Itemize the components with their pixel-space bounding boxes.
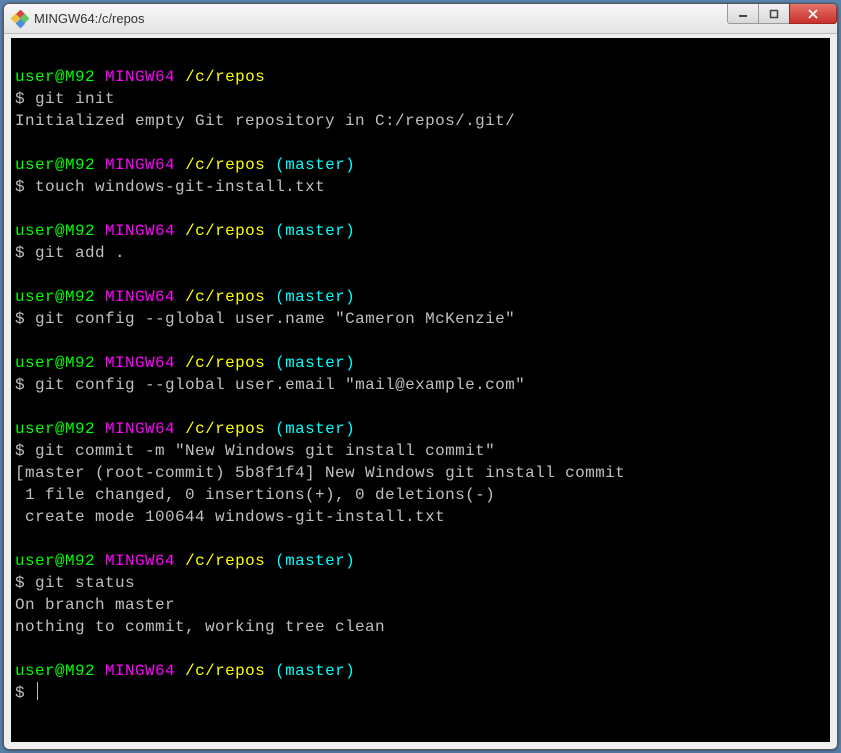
blank-line <box>15 44 826 66</box>
git-bash-icon <box>12 11 28 27</box>
prompt-user: user@M92 <box>15 420 95 438</box>
command-text: git commit -m "New Windows git install c… <box>35 442 495 460</box>
titlebar[interactable]: MINGW64:/c/repos <box>4 4 837 34</box>
close-button[interactable] <box>789 4 837 24</box>
output-line: 1 file changed, 0 insertions(+), 0 delet… <box>15 484 826 506</box>
terminal-window: MINGW64:/c/repos user@M92 MINGW64 /c/rep… <box>3 3 838 750</box>
prompt-path: /c/repos <box>185 552 265 570</box>
prompt-branch: (master) <box>275 662 355 680</box>
prompt-branch: (master) <box>275 420 355 438</box>
command-line[interactable]: $ git commit -m "New Windows git install… <box>15 440 826 462</box>
prompt-branch: (master) <box>275 552 355 570</box>
prompt-path: /c/repos <box>185 420 265 438</box>
command-line[interactable]: $ git init <box>15 88 826 110</box>
prompt-symbol: $ <box>15 310 25 328</box>
command-line[interactable]: $ git config --global user.name "Cameron… <box>15 308 826 330</box>
prompt-line: user@M92 MINGW64 /c/repos (master) <box>15 660 826 682</box>
prompt-env: MINGW64 <box>105 354 175 372</box>
prompt-branch: (master) <box>275 354 355 372</box>
prompt-line: user@M92 MINGW64 /c/repos (master) <box>15 154 826 176</box>
blank-line <box>15 396 826 418</box>
prompt-line: user@M92 MINGW64 /c/repos (master) <box>15 550 826 572</box>
prompt-symbol: $ <box>15 90 25 108</box>
prompt-symbol: $ <box>15 178 25 196</box>
minimize-button[interactable] <box>727 4 759 24</box>
prompt-symbol: $ <box>15 442 25 460</box>
prompt-user: user@M92 <box>15 156 95 174</box>
prompt-path: /c/repos <box>185 288 265 306</box>
prompt-line: user@M92 MINGW64 /c/repos (master) <box>15 220 826 242</box>
text-cursor <box>37 682 38 700</box>
output-line: nothing to commit, working tree clean <box>15 616 826 638</box>
prompt-path: /c/repos <box>185 354 265 372</box>
prompt-line: user@M92 MINGW64 /c/repos (master) <box>15 418 826 440</box>
prompt-user: user@M92 <box>15 354 95 372</box>
command-text: git add . <box>35 244 125 262</box>
blank-line <box>15 638 826 660</box>
prompt-path: /c/repos <box>185 156 265 174</box>
prompt-env: MINGW64 <box>105 662 175 680</box>
prompt-line: user@M92 MINGW64 /c/repos (master) <box>15 352 826 374</box>
prompt-user: user@M92 <box>15 288 95 306</box>
terminal-content[interactable]: user@M92 MINGW64 /c/repos$ git initIniti… <box>11 38 830 708</box>
prompt-symbol: $ <box>15 574 25 592</box>
prompt-symbol: $ <box>15 684 25 702</box>
prompt-line: user@M92 MINGW64 /c/repos (master) <box>15 286 826 308</box>
command-line[interactable]: $ git status <box>15 572 826 594</box>
command-line[interactable]: $ <box>15 682 826 704</box>
command-text: touch windows-git-install.txt <box>35 178 325 196</box>
blank-line <box>15 132 826 154</box>
command-text: git init <box>35 90 115 108</box>
prompt-env: MINGW64 <box>105 68 175 86</box>
output-line: [master (root-commit) 5b8f1f4] New Windo… <box>15 462 826 484</box>
prompt-env: MINGW64 <box>105 420 175 438</box>
command-line[interactable]: $ touch windows-git-install.txt <box>15 176 826 198</box>
prompt-env: MINGW64 <box>105 288 175 306</box>
blank-line <box>15 264 826 286</box>
prompt-branch: (master) <box>275 156 355 174</box>
command-text: git config --global user.name "Cameron M… <box>35 310 515 328</box>
window-controls <box>728 4 837 26</box>
command-text: git status <box>35 574 135 592</box>
prompt-symbol: $ <box>15 244 25 262</box>
prompt-user: user@M92 <box>15 552 95 570</box>
prompt-symbol: $ <box>15 376 25 394</box>
command-line[interactable]: $ git add . <box>15 242 826 264</box>
output-line: On branch master <box>15 594 826 616</box>
window-title: MINGW64:/c/repos <box>34 11 145 26</box>
prompt-path: /c/repos <box>185 222 265 240</box>
prompt-path: /c/repos <box>185 662 265 680</box>
prompt-env: MINGW64 <box>105 156 175 174</box>
terminal-viewport: user@M92 MINGW64 /c/repos$ git initIniti… <box>4 34 837 749</box>
prompt-branch: (master) <box>275 288 355 306</box>
blank-line <box>15 528 826 550</box>
prompt-user: user@M92 <box>15 68 95 86</box>
prompt-branch: (master) <box>275 222 355 240</box>
prompt-user: user@M92 <box>15 222 95 240</box>
output-line: create mode 100644 windows-git-install.t… <box>15 506 826 528</box>
prompt-line: user@M92 MINGW64 /c/repos <box>15 66 826 88</box>
prompt-env: MINGW64 <box>105 552 175 570</box>
command-text: git config --global user.email "mail@exa… <box>35 376 525 394</box>
prompt-path: /c/repos <box>185 68 265 86</box>
output-line: Initialized empty Git repository in C:/r… <box>15 110 826 132</box>
command-line[interactable]: $ git config --global user.email "mail@e… <box>15 374 826 396</box>
prompt-env: MINGW64 <box>105 222 175 240</box>
prompt-user: user@M92 <box>15 662 95 680</box>
maximize-button[interactable] <box>758 4 790 24</box>
blank-line <box>15 198 826 220</box>
blank-line <box>15 330 826 352</box>
